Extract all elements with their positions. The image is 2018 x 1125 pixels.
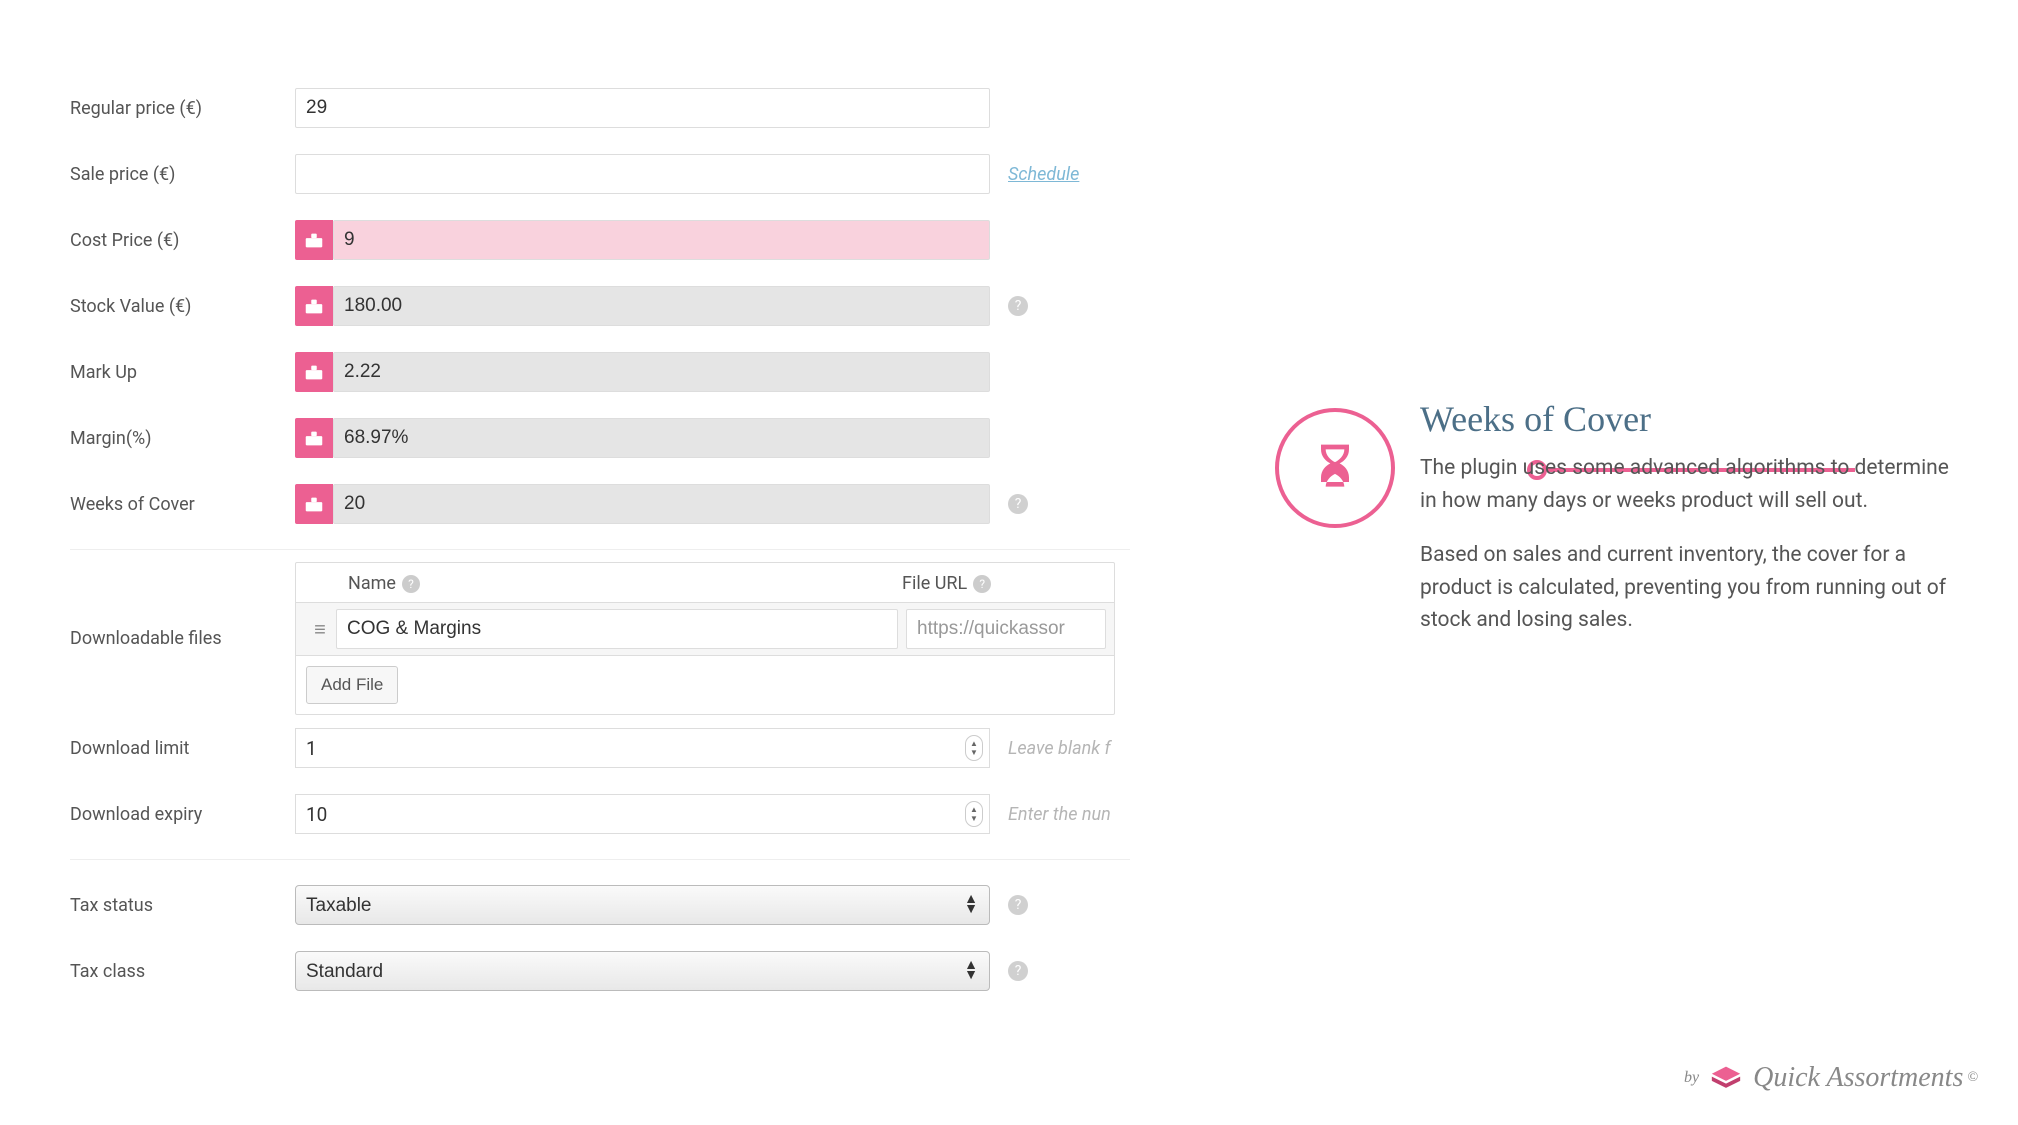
- file-url-input[interactable]: [906, 609, 1106, 649]
- brand-prefix-icon: [295, 484, 333, 524]
- input-margin: [333, 418, 990, 458]
- drag-handle-icon[interactable]: ≡: [304, 617, 336, 642]
- add-file-button[interactable]: Add File: [306, 666, 398, 704]
- row-margin: Margin(%): [70, 405, 1130, 471]
- col-url-label: File URL: [902, 573, 967, 594]
- help-icon[interactable]: ?: [1008, 895, 1028, 915]
- label-sale-price: Sale price (€): [70, 164, 295, 185]
- label-markup: Mark Up: [70, 362, 295, 383]
- callout-circle: [1275, 408, 1395, 528]
- label-download-expiry: Download expiry: [70, 804, 295, 825]
- input-download-expiry[interactable]: 10 ▲▼: [295, 794, 990, 834]
- row-download-expiry: Download expiry 10 ▲▼ Enter the nun: [70, 781, 1130, 847]
- copyright-icon: ©: [1967, 1070, 1978, 1086]
- brand-prefix-icon: [295, 286, 333, 326]
- col-name-label: Name: [348, 573, 396, 594]
- label-regular-price: Regular price (€): [70, 98, 295, 119]
- label-cost-price: Cost Price (€): [70, 230, 295, 251]
- download-limit-value: 1: [306, 737, 317, 760]
- input-download-limit[interactable]: 1 ▲▼: [295, 728, 990, 768]
- label-margin: Margin(%): [70, 428, 295, 449]
- brand-prefix-icon: [295, 418, 333, 458]
- brand-footer: by Quick Assortments ©: [1684, 1061, 1978, 1095]
- brand-prefix-icon: [295, 352, 333, 392]
- separator: [70, 549, 1130, 550]
- help-icon[interactable]: ?: [1008, 494, 1028, 514]
- table-row: ≡: [296, 602, 1114, 656]
- row-stock-value: Stock Value (€) ?: [70, 273, 1130, 339]
- input-weeks-cover: [333, 484, 990, 524]
- separator: [70, 859, 1130, 860]
- brand-by: by: [1684, 1069, 1699, 1087]
- callout-p2: Based on sales and current inventory, th…: [1420, 539, 1960, 637]
- help-icon[interactable]: ?: [402, 575, 420, 593]
- label-tax-status: Tax status: [70, 895, 295, 916]
- brand-name: Quick Assortments: [1753, 1062, 1963, 1094]
- callout-p1: The plugin uses some advanced algorithms…: [1420, 452, 1960, 517]
- hint-download-expiry: Enter the nun: [1008, 804, 1128, 825]
- help-icon[interactable]: ?: [1008, 296, 1028, 316]
- label-tax-class: Tax class: [70, 961, 295, 982]
- row-download-limit: Download limit 1 ▲▼ Leave blank f: [70, 715, 1130, 781]
- input-sale-price[interactable]: [295, 154, 990, 194]
- input-regular-price[interactable]: [295, 88, 990, 128]
- row-regular-price: Regular price (€): [70, 75, 1130, 141]
- callout-text: Weeks of Cover The plugin uses some adva…: [1420, 398, 1960, 659]
- download-expiry-value: 10: [306, 803, 327, 826]
- product-pricing-form: Regular price (€) Sale price (€) Schedul…: [70, 75, 1130, 1004]
- stepper-icon[interactable]: ▲▼: [965, 801, 983, 827]
- row-sale-price: Sale price (€) Schedule: [70, 141, 1130, 207]
- brand-logo-icon: [1709, 1061, 1743, 1095]
- hourglass-icon: [1307, 440, 1363, 496]
- row-markup: Mark Up: [70, 339, 1130, 405]
- select-tax-class[interactable]: Standard: [295, 951, 990, 991]
- file-name-input[interactable]: [336, 609, 898, 649]
- input-cost-price[interactable]: [333, 220, 990, 260]
- callout-title: Weeks of Cover: [1420, 398, 1960, 440]
- downloadable-table: Name? File URL? ≡ Add File: [295, 562, 1115, 715]
- label-download-limit: Download limit: [70, 738, 295, 759]
- select-tax-status[interactable]: Taxable: [295, 885, 990, 925]
- label-stock-value: Stock Value (€): [70, 296, 295, 317]
- label-weeks-cover: Weeks of Cover: [70, 494, 295, 515]
- brand-prefix-icon: [295, 220, 333, 260]
- row-weeks-cover: Weeks of Cover ?: [70, 471, 1130, 537]
- stepper-icon[interactable]: ▲▼: [965, 735, 983, 761]
- row-downloadable: Downloadable files Name? File URL? ≡ Add…: [70, 562, 1130, 715]
- hint-download-limit: Leave blank f: [1008, 738, 1128, 759]
- schedule-link[interactable]: Schedule: [1008, 164, 1079, 185]
- table-header: Name? File URL?: [296, 563, 1114, 602]
- help-icon[interactable]: ?: [1008, 961, 1028, 981]
- row-tax-class: Tax class Standard ▲▼ ?: [70, 938, 1130, 1004]
- input-stock-value: [333, 286, 990, 326]
- label-downloadable: Downloadable files: [70, 628, 295, 649]
- row-cost-price: Cost Price (€): [70, 207, 1130, 273]
- help-icon[interactable]: ?: [973, 575, 991, 593]
- row-tax-status: Tax status Taxable ▲▼ ?: [70, 872, 1130, 938]
- input-markup: [333, 352, 990, 392]
